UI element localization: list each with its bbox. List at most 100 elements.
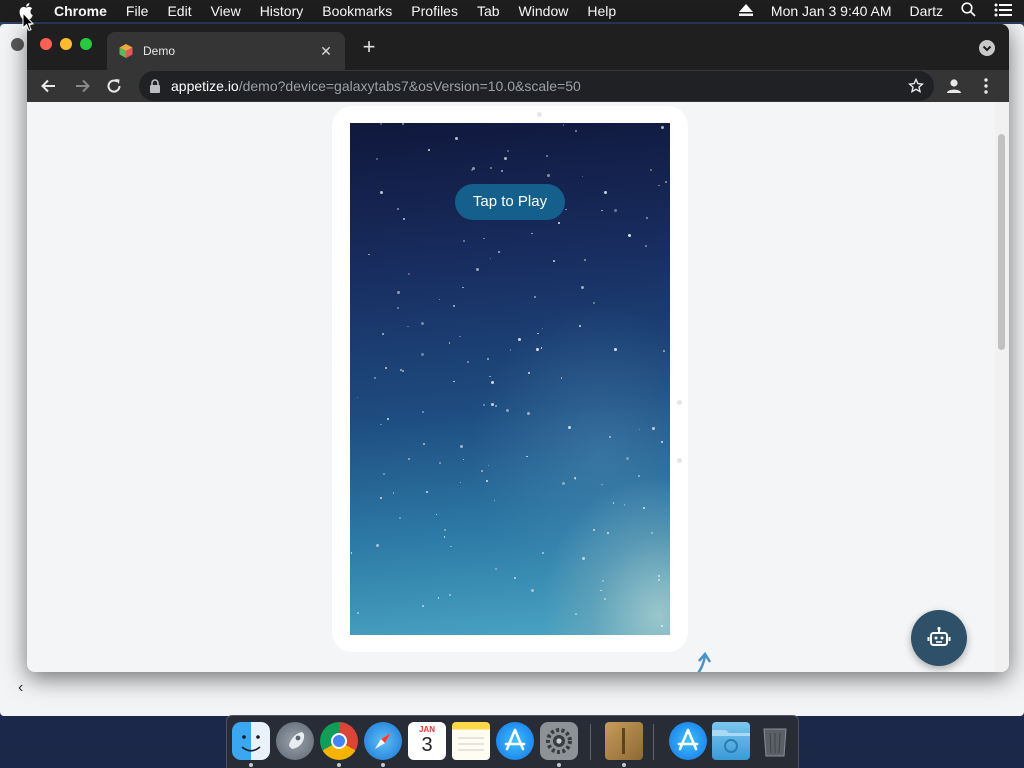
star-dot [503,156,507,160]
star-dot [422,604,425,607]
dock-separator [653,724,654,760]
device-side-button [677,458,682,463]
trash-icon[interactable] [756,722,794,760]
safari-compass-icon[interactable] [364,722,402,760]
device-side-button [677,400,682,405]
star-dot [528,371,531,374]
star-dot [553,259,556,262]
star-dot [463,240,465,242]
close-window-button[interactable] [40,38,52,50]
star-dot [600,589,602,592]
star-dot [379,123,382,126]
star-dot [651,426,655,430]
star-dot [403,217,406,220]
star-dot [380,496,383,499]
page-scrollbar[interactable] [995,102,1009,672]
downloads-app-store-icon[interactable] [669,722,707,760]
star-dot [420,321,424,325]
star-dot [426,491,429,494]
star-dot [500,170,503,173]
calendar-icon[interactable]: JAN 3 [408,722,446,760]
address-bar[interactable]: appetize.io/demo?device=galaxytabs7&osVe… [139,71,934,101]
menu-app-chrome[interactable]: Chrome [54,3,107,19]
browser-window: Demo ✕ + appetize.io/demo?device=galaxyt… [27,24,1009,672]
bookmark-star-icon[interactable] [907,77,925,94]
notes-icon[interactable] [452,722,490,760]
back-arrow-icon[interactable] [39,76,59,96]
rotate-device-icon[interactable] [663,650,719,672]
spotlight-search-icon[interactable] [961,2,976,20]
minimize-window-button[interactable] [60,38,72,50]
star-dot [627,233,631,237]
launchpad-rocket-icon[interactable] [276,722,314,760]
maximize-window-button[interactable] [80,38,92,50]
star-dot [545,155,548,158]
menu-help[interactable]: Help [587,3,616,19]
notification-center-icon[interactable] [994,3,1012,20]
star-dot [658,184,660,187]
archive-running-indicator [622,763,626,767]
device-screen[interactable]: Tap to Play [350,123,670,635]
reload-icon[interactable] [104,76,124,96]
star-dot [408,458,410,460]
more-options-icon[interactable] [978,76,994,96]
star-dot [657,574,660,577]
star-dot [526,455,528,458]
scrollbar-thumb[interactable] [998,134,1005,350]
star-dot [356,396,359,399]
robot-assistant-button[interactable] [911,610,967,666]
user-name[interactable]: Dartz [910,3,943,19]
close-tab-icon[interactable]: ✕ [318,43,334,59]
dock: JAN 3 [226,715,799,768]
profile-icon[interactable] [944,76,964,96]
star-dot [574,129,577,132]
chrome-icon[interactable] [320,722,358,760]
chevron-left-icon[interactable]: ‹ [18,676,50,700]
menu-bookmarks[interactable]: Bookmarks [322,3,392,19]
app-store-icon[interactable] [496,722,534,760]
calendar-day: 3 [421,734,433,756]
star-dot [644,244,647,247]
new-tab-button[interactable]: + [359,36,379,58]
menu-window[interactable]: Window [519,3,569,19]
star-dot [383,473,386,476]
menu-tab[interactable]: Tab [477,3,500,19]
star-dot [435,513,438,516]
star-dot [462,458,465,461]
star-dot [483,237,485,240]
star-dot [384,366,387,369]
archive-utility-icon[interactable] [605,722,643,760]
star-dot [495,567,498,570]
star-dot [481,470,483,472]
menu-file[interactable]: File [126,3,149,19]
tap-to-play-button[interactable]: Tap to Play [455,184,565,220]
eject-icon[interactable] [738,3,753,19]
clock[interactable]: Mon Jan 3 9:40 AM [771,3,892,19]
browser-toolbar: appetize.io/demo?device=galaxytabs7&osVe… [27,70,1009,102]
tab-search-button[interactable] [979,40,995,56]
star-dot [489,257,492,260]
tab-strip: Demo ✕ + [27,24,1009,70]
lock-icon[interactable] [149,79,161,93]
star-dot [665,181,668,184]
device-sensor-dot [537,112,542,117]
downloads-folder-icon[interactable] [712,722,750,760]
safari-running-indicator [381,763,385,767]
finder-running-indicator [249,763,253,767]
menu-profiles[interactable]: Profiles [411,3,458,19]
star-dot [537,332,539,335]
menu-view[interactable]: View [211,3,241,19]
star-dot [396,290,400,294]
star-dot [592,301,595,304]
menu-history[interactable]: History [260,3,304,19]
tab-demo[interactable]: Demo ✕ [107,32,345,70]
forward-arrow-icon[interactable] [72,76,92,96]
star-dot [601,209,603,212]
star-dot [450,545,452,548]
star-dot [386,418,389,421]
system-preferences-gear-icon[interactable] [540,722,578,760]
star-dot [422,411,425,414]
finder-icon[interactable] [232,722,270,760]
star-dot [612,502,615,504]
menu-edit[interactable]: Edit [167,3,191,19]
